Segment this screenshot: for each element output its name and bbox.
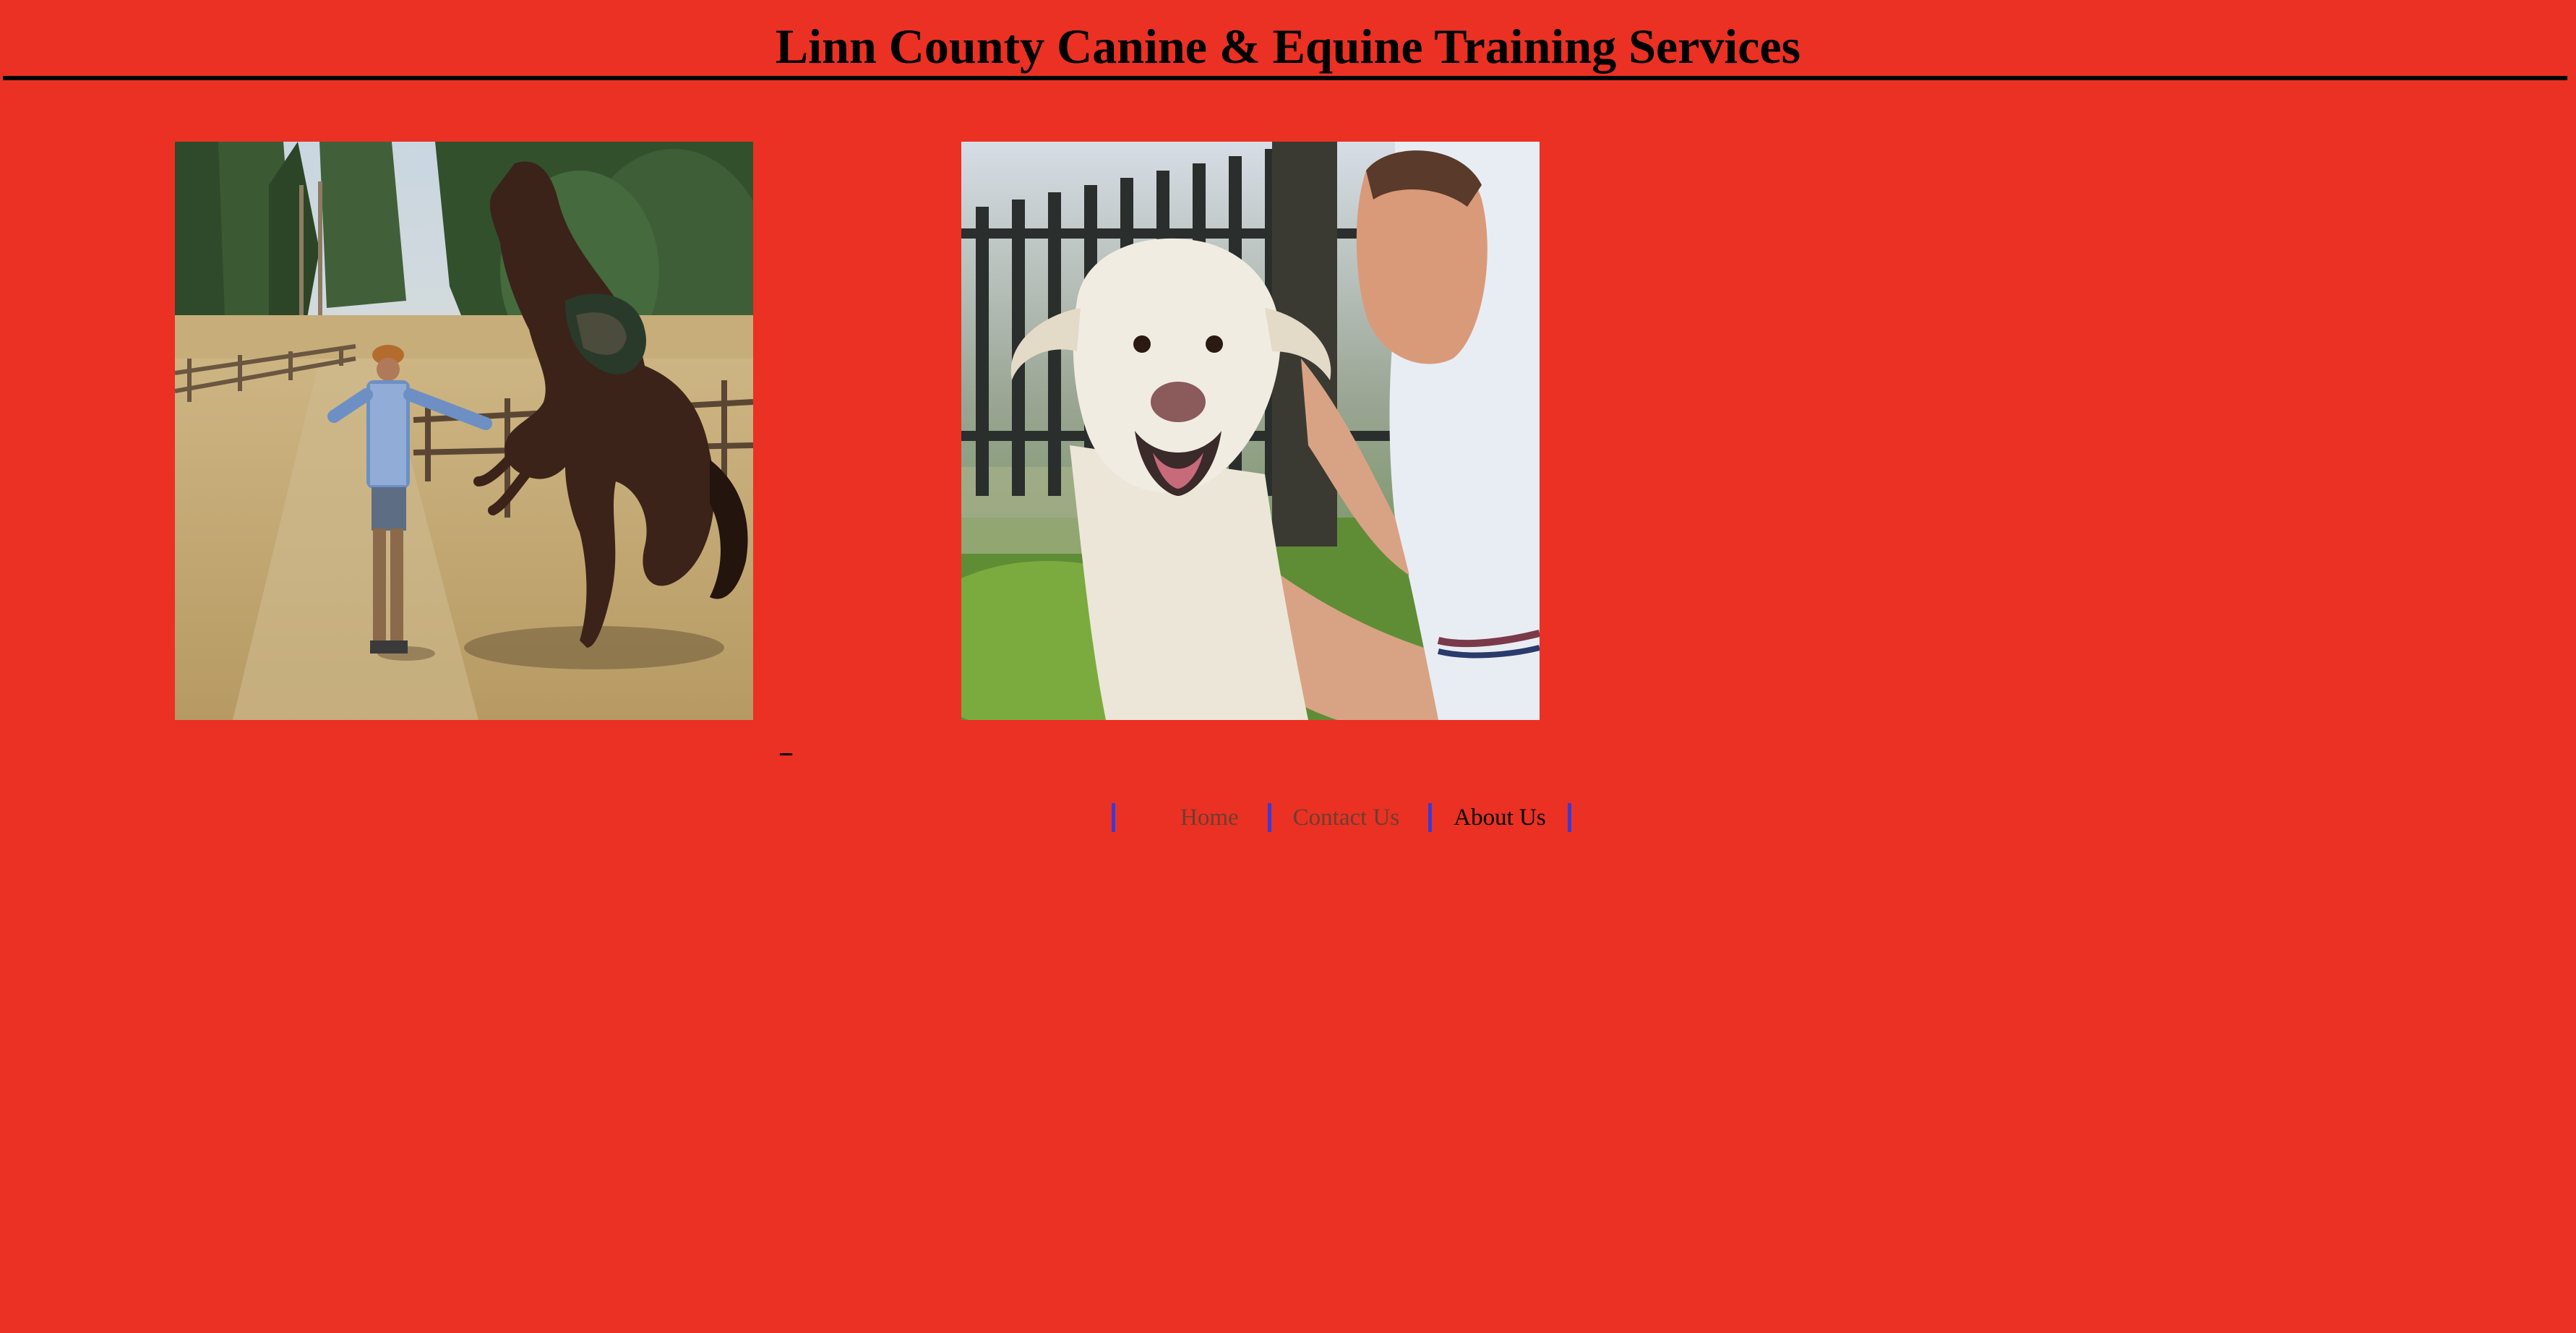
site-header: Linn County Canine & Equine Training Ser… — [0, 0, 2576, 81]
nav-separator — [1428, 803, 1433, 832]
nav-about-us-link[interactable]: About Us — [1454, 802, 1545, 833]
nav-separator — [1267, 803, 1271, 832]
horse-training-photo — [175, 142, 753, 720]
stray-link[interactable]: _ — [780, 730, 792, 759]
main-nav: Home Contact Us About Us — [1112, 802, 1571, 833]
nav-home-link[interactable]: Home — [1180, 802, 1239, 833]
header-divider — [3, 76, 2567, 80]
nav-separator — [1112, 803, 1115, 832]
nav-contact-us-link[interactable]: Contact Us — [1293, 802, 1400, 833]
dog-training-photo — [961, 142, 1540, 720]
nav-separator — [1567, 803, 1571, 832]
page-title: Linn County Canine & Equine Training Ser… — [775, 19, 1801, 74]
